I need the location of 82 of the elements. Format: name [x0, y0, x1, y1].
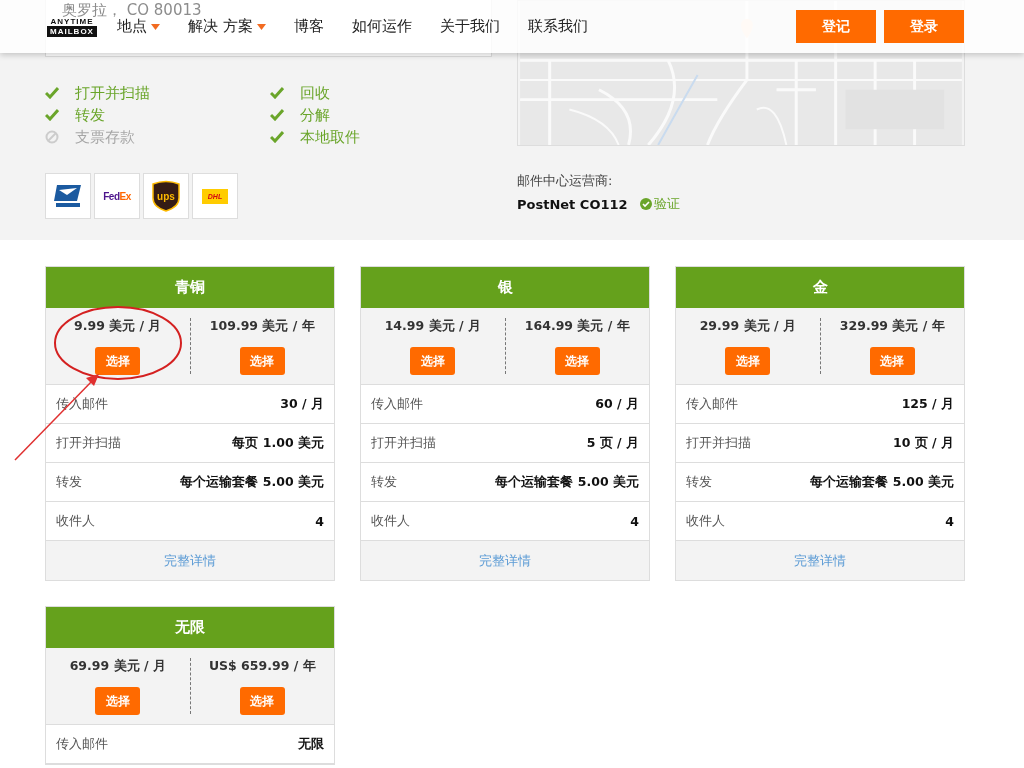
details-link[interactable]: 完整详情: [794, 551, 846, 570]
nav-link[interactable]: 地点: [117, 17, 160, 36]
operator-label: 邮件中心运营商:: [517, 172, 614, 190]
check-icon: [45, 109, 59, 121]
select-button[interactable]: 选择: [869, 347, 915, 375]
price-text: 9.99 美元 / 月: [74, 318, 162, 335]
feature-name: 收件人: [371, 512, 410, 530]
register-button[interactable]: 登记: [796, 10, 876, 43]
feature-name: 转发: [686, 473, 712, 491]
feature-label: 转发: [75, 105, 105, 125]
feature-value: 每页 1.00 美元: [232, 434, 324, 452]
feature-name: 转发: [371, 473, 397, 491]
feature-value: 5 页 / 月: [586, 434, 639, 452]
login-button[interactable]: 登录: [884, 10, 964, 43]
feature-name: 收件人: [56, 512, 95, 530]
price-text: 69.99 美元 / 月: [69, 658, 166, 675]
feature-value: 每个运输套餐 5.00 美元: [180, 473, 324, 491]
plan-title: 金: [676, 267, 964, 308]
feature-name: 传入邮件: [56, 735, 108, 753]
nav-link[interactable]: 如何运作: [351, 17, 412, 36]
plan-title: 银: [361, 267, 649, 308]
select-button[interactable]: 选择: [95, 347, 141, 375]
feature-value: 4: [945, 513, 954, 529]
nav-link[interactable]: 关于我们: [439, 17, 500, 36]
feature-value: 每个运输套餐 5.00 美元: [495, 473, 639, 491]
price-text: 14.99 美元 / 月: [384, 318, 481, 335]
feature-value: 每个运输套餐 5.00 美元: [810, 473, 954, 491]
plan-title: 青铜: [46, 267, 334, 308]
feature-label: 本地取件: [300, 127, 360, 147]
shield-icon: [152, 180, 180, 212]
feature-name: 收件人: [686, 512, 725, 530]
caret-icon: [256, 23, 266, 30]
feature-name: 打开并扫描: [371, 434, 436, 452]
select-button[interactable]: 选择: [410, 347, 456, 375]
verified-icon: [639, 198, 652, 210]
details-link[interactable]: 完整详情: [479, 551, 531, 570]
feature-value: 10 页 / 月: [892, 434, 954, 452]
feature-name: 转发: [56, 473, 82, 491]
price-text: US$ 659.99 / 年: [208, 658, 316, 675]
nav-link[interactable]: 联系我们: [527, 17, 588, 36]
price-text: 164.99 美元 / 年: [524, 318, 630, 335]
price-text: 329.99 美元 / 年: [839, 318, 945, 335]
caret-icon: [151, 23, 160, 30]
check-icon: [45, 87, 59, 99]
verified-label: 验证: [653, 195, 680, 213]
select-button[interactable]: 选择: [239, 347, 285, 375]
address-text: 奥罗拉， CO 80013: [62, 2, 202, 19]
nav-link[interactable]: 博客: [293, 17, 324, 36]
check-icon: [270, 87, 284, 99]
price-text: 109.99 美元 / 年: [209, 318, 315, 335]
feature-name: 打开并扫描: [686, 434, 751, 452]
fedex-logo: FedEx: [103, 190, 131, 202]
feature-value: 无限: [298, 735, 324, 753]
logo[interactable]: ANYTIME MAILBOX: [45, 16, 99, 37]
logo-text: MAILBOX: [47, 25, 97, 37]
operator-name: PostNet CO112: [517, 196, 628, 212]
feature-value: 4: [315, 513, 324, 529]
select-button[interactable]: 选择: [554, 347, 600, 375]
check-icon: [270, 109, 284, 121]
feature-name: 打开并扫描: [56, 434, 121, 452]
feature-value: 60 / 月: [595, 395, 639, 413]
unavailable-icon: [45, 130, 59, 144]
feature-value: 125 / 月: [901, 395, 954, 413]
select-button[interactable]: 选择: [95, 687, 141, 715]
ups-logo: ups: [157, 190, 175, 202]
plan-title: 无限: [46, 607, 334, 648]
select-button[interactable]: 选择: [725, 347, 771, 375]
feature-name: 传入邮件: [371, 395, 423, 413]
price-text: 29.99 美元 / 月: [699, 318, 796, 335]
logo-text: ANYTIME: [50, 16, 94, 26]
feature-label: 回收: [300, 83, 330, 103]
nav-link[interactable]: 解决 方案: [188, 17, 266, 36]
feature-label: 分解: [300, 105, 330, 125]
select-button[interactable]: 选择: [239, 687, 285, 715]
feature-label: 打开并扫描: [75, 83, 150, 103]
feature-name: 传入邮件: [56, 395, 108, 413]
feature-label: 支票存款: [75, 127, 135, 147]
feature-value: 30 / 月: [280, 395, 324, 413]
details-link[interactable]: 完整详情: [164, 551, 216, 570]
feature-name: 传入邮件: [686, 395, 738, 413]
feature-value: 4: [630, 513, 639, 529]
check-icon: [270, 131, 284, 143]
